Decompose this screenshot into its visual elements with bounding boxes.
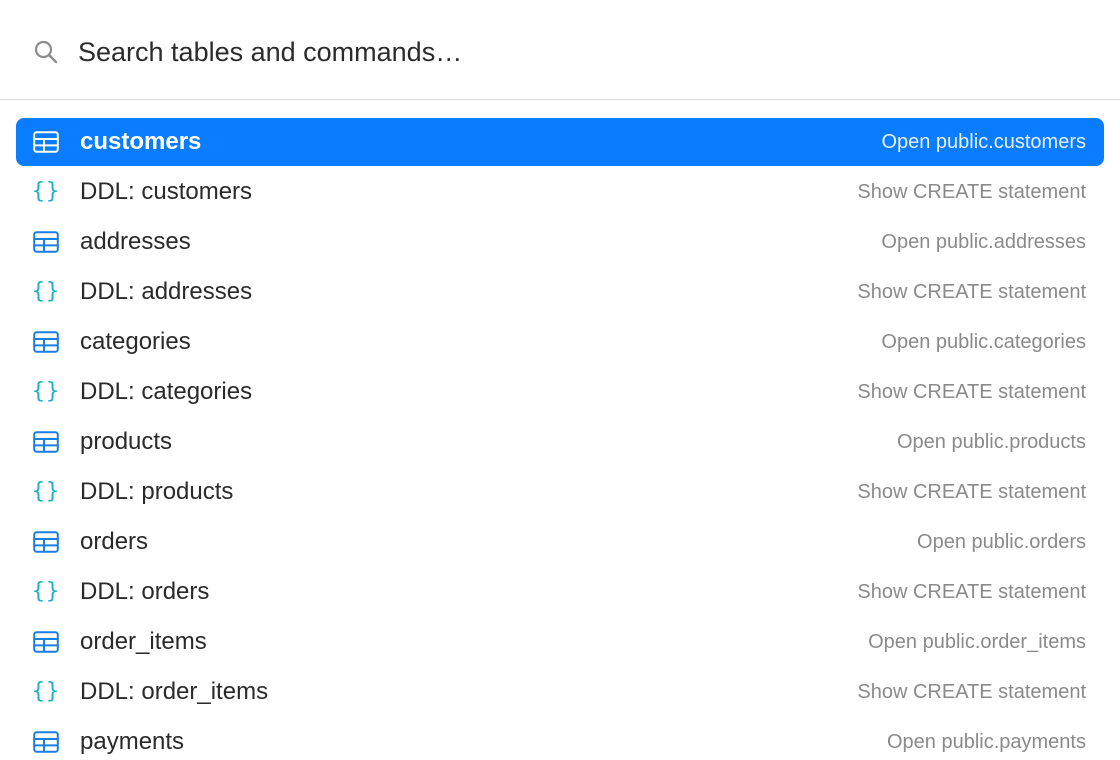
- braces-glyph: {}: [31, 179, 61, 204]
- result-title: customers: [80, 128, 202, 155]
- braces-icon: {}: [32, 379, 60, 405]
- result-title: payments: [80, 728, 185, 755]
- search-input[interactable]: [78, 30, 1078, 74]
- braces-glyph: {}: [31, 579, 61, 604]
- result-title: products: [80, 428, 173, 455]
- result-title: DDL: products: [80, 478, 234, 505]
- result-hint: Open public.payments: [886, 731, 1086, 753]
- result-title: DDL: orders: [80, 578, 210, 605]
- result-title: orders: [80, 528, 149, 555]
- result-hint: Open public.categories: [881, 331, 1086, 353]
- search-icon: [33, 39, 59, 65]
- result-title: DDL: order_items: [80, 678, 269, 705]
- result-title: categories: [80, 328, 191, 355]
- result-hint: Show CREATE statement: [857, 381, 1086, 403]
- braces-glyph: {}: [31, 679, 61, 704]
- result-hint: Show CREATE statement: [857, 481, 1086, 503]
- braces-glyph: {}: [31, 379, 61, 404]
- result-hint: Open public.customers: [881, 131, 1086, 153]
- table-icon: [32, 529, 60, 555]
- table-icon: [32, 129, 60, 155]
- command-palette: customers Open public.customers {} DDL: cus…: [0, 0, 1120, 760]
- result-row-table[interactable]: categories Open public.categories: [16, 318, 1104, 366]
- result-title: DDL: customers: [80, 178, 253, 205]
- result-title: addresses: [80, 228, 191, 255]
- table-icon: [32, 629, 60, 655]
- result-hint: Show CREATE statement: [857, 681, 1086, 703]
- result-row-table[interactable]: customers Open public.customers: [16, 118, 1104, 166]
- braces-icon: {}: [32, 279, 60, 305]
- result-row-table[interactable]: payments Open public.payments: [16, 718, 1104, 760]
- search-bar: [0, 0, 1120, 100]
- table-icon: [32, 329, 60, 355]
- table-icon: [32, 429, 60, 455]
- braces-icon: {}: [32, 579, 60, 605]
- table-icon: [32, 729, 60, 755]
- result-hint: Show CREATE statement: [857, 581, 1086, 603]
- result-row-table[interactable]: products Open public.products: [16, 418, 1104, 466]
- braces-icon: {}: [32, 479, 60, 505]
- braces-icon: {}: [32, 679, 60, 705]
- result-hint: Open public.order_items: [868, 631, 1086, 653]
- result-row-table[interactable]: orders Open public.orders: [16, 518, 1104, 566]
- braces-icon: {}: [32, 179, 60, 205]
- result-title: DDL: categories: [80, 378, 253, 405]
- result-row-ddl[interactable]: {} DDL: products Show CREATE statement: [16, 468, 1104, 516]
- result-hint: Open public.addresses: [881, 231, 1086, 253]
- result-hint: Show CREATE statement: [857, 181, 1086, 203]
- result-row-ddl[interactable]: {} DDL: addresses Show CREATE statement: [16, 268, 1104, 316]
- result-hint: Open public.products: [896, 431, 1086, 453]
- result-title: order_items: [80, 628, 207, 655]
- result-row-table[interactable]: addresses Open public.addresses: [16, 218, 1104, 266]
- braces-glyph: {}: [31, 479, 61, 504]
- braces-glyph: {}: [31, 279, 61, 304]
- table-icon: [32, 229, 60, 255]
- result-hint: Show CREATE statement: [857, 281, 1086, 303]
- result-row-ddl[interactable]: {} DDL: customers Show CREATE statement: [16, 168, 1104, 216]
- result-title: DDL: addresses: [80, 278, 253, 305]
- result-row-ddl[interactable]: {} DDL: order_items Show CREATE statement: [16, 668, 1104, 716]
- result-row-table[interactable]: order_items Open public.order_items: [16, 618, 1104, 666]
- result-row-ddl[interactable]: {} DDL: orders Show CREATE statement: [16, 568, 1104, 616]
- result-hint: Open public.orders: [917, 531, 1086, 553]
- result-row-ddl[interactable]: {} DDL: categories Show CREATE statement: [16, 368, 1104, 416]
